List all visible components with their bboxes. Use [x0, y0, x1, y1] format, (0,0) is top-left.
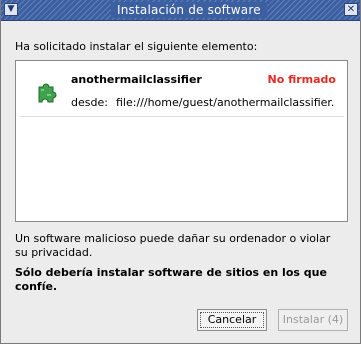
- install-item-list[interactable]: anothermailclassifier No firmado desde: …: [15, 60, 348, 222]
- addon-name: anothermailclassifier: [71, 73, 202, 86]
- close-icon: ✕: [346, 4, 356, 15]
- chevron-down-icon: ▼: [7, 4, 15, 14]
- puzzle-piece-icon: [38, 83, 57, 103]
- titlebar[interactable]: ▼ Instalación de software ✕: [1, 0, 360, 21]
- list-item[interactable]: anothermailclassifier No firmado desde: …: [19, 64, 344, 117]
- cancel-button[interactable]: Cancelar: [197, 309, 267, 331]
- from-label: desde:: [71, 96, 108, 109]
- source-url: file:///home/guest/anothermailclassifier…: [116, 96, 335, 109]
- install-dialog-window: ▼ Instalación de software ✕ Ha solicitad…: [0, 0, 361, 344]
- window-menu-button[interactable]: ▼: [4, 3, 18, 16]
- install-button[interactable]: Instalar (4): [278, 309, 348, 331]
- close-button[interactable]: ✕: [344, 3, 358, 16]
- intro-text: Ha solicitado instalar el siguiente elem…: [15, 40, 258, 53]
- malware-warning: Un software malicioso puede dañar su ord…: [15, 232, 331, 259]
- trust-warning: Sólo debería instalar software de sitios…: [15, 266, 327, 293]
- window-title: Instalación de software: [111, 2, 267, 18]
- unsigned-badge: No firmado: [267, 73, 337, 86]
